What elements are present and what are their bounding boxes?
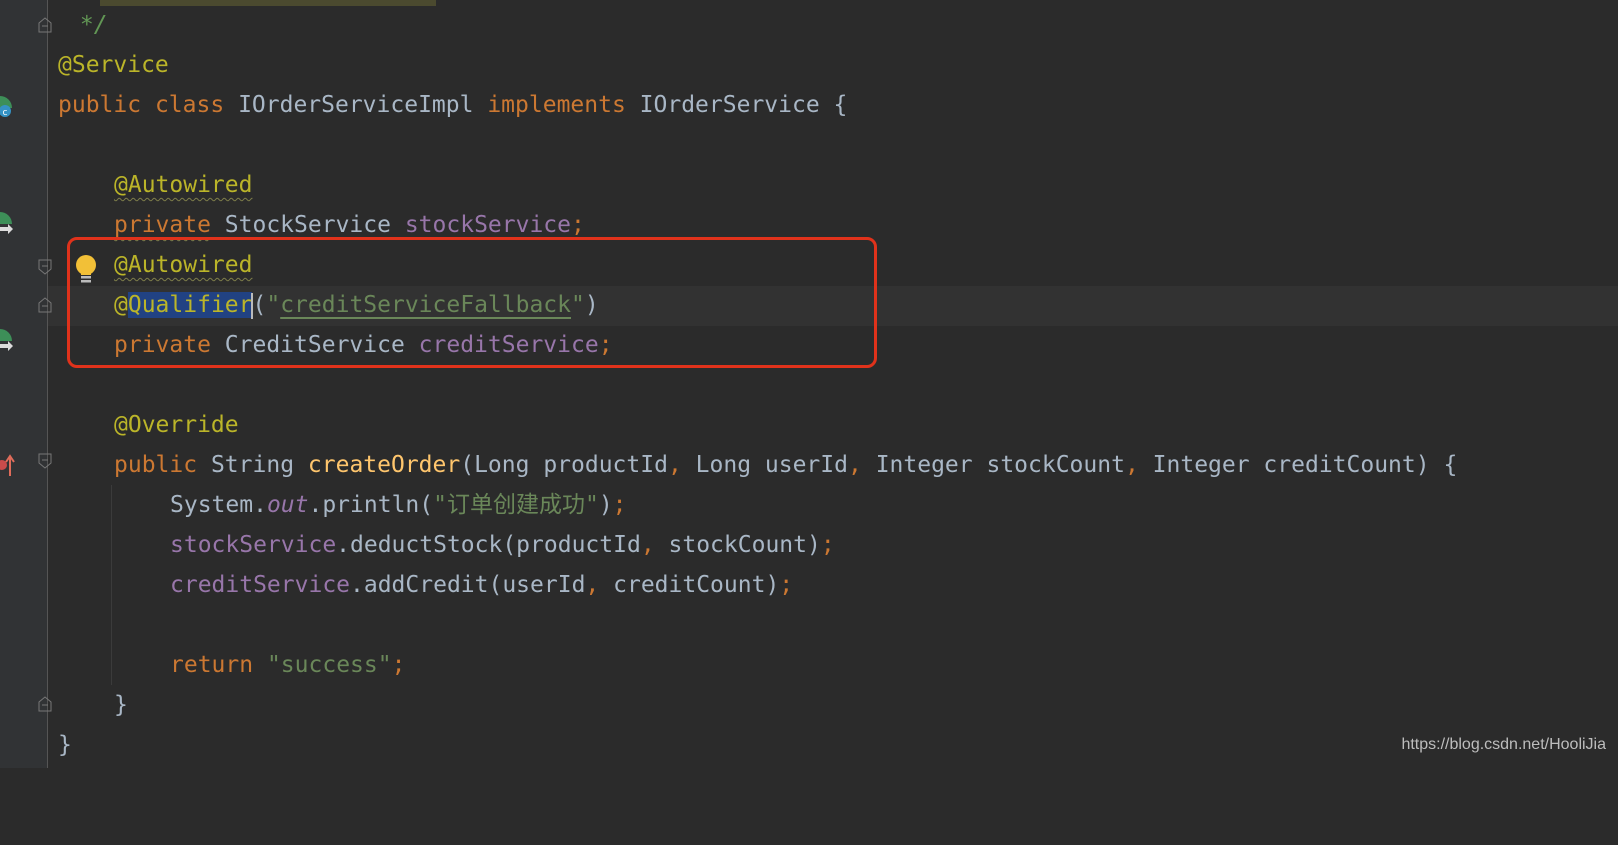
semicolon: ; [571, 212, 585, 238]
semicolon: ; [779, 572, 794, 598]
comma: , [640, 532, 655, 558]
field-ref: stockService [170, 532, 337, 558]
string-literal: "订单创建成功" [433, 492, 599, 518]
class-declaration-line: public class IOrderServiceImpl implement… [0, 85, 1618, 125]
system-class: System. [170, 492, 267, 518]
open-brace: { [833, 92, 848, 118]
param: Long userId [681, 452, 848, 478]
keyword-class: class [154, 92, 225, 118]
override-annotation: @Override [114, 412, 239, 438]
semicolon: ; [612, 492, 627, 518]
autowired-annotation: @Autowired [114, 172, 253, 198]
close-brace: } [114, 692, 128, 718]
field-ref: creditService [170, 572, 351, 598]
field-name: stockService [404, 212, 571, 238]
deduct-stock-call: stockService.deductStock(productId, stoc… [170, 525, 835, 565]
class-name: IOrderServiceImpl [238, 92, 474, 118]
comma: , [847, 452, 862, 478]
println-call: .println( [308, 492, 434, 518]
args: creditCount) [599, 572, 780, 598]
close-brace: } [58, 732, 72, 758]
watermark: https://blog.csdn.net/HooliJia [1401, 736, 1606, 753]
deduct-stock-line: stockService.deductStock(productId, stoc… [0, 525, 1618, 565]
static-field-out: out [266, 492, 309, 518]
code-line: @Autowired [0, 165, 1618, 205]
code-line: } [0, 685, 1618, 725]
add-credit-call: creditService.addCredit(userId, creditCo… [170, 565, 793, 605]
return-line: return "success"; [0, 645, 1618, 685]
return-statement: return "success"; [170, 645, 405, 685]
param: (Long productId [460, 452, 668, 478]
interface-name: IOrderService [639, 92, 820, 118]
comma: , [1124, 452, 1139, 478]
code-line: */ [0, 5, 1618, 45]
class-declaration: public class IOrderServiceImpl implement… [58, 85, 847, 125]
code-line: } [0, 725, 1618, 765]
close-paren: ) [598, 492, 613, 518]
comma: , [667, 452, 682, 478]
return-type: String [210, 452, 295, 478]
keyword-public: public [114, 452, 198, 478]
method-signature: public String createOrder(Long productId… [114, 445, 1457, 485]
code-editor[interactable]: */ @Service public class IOrderServiceIm… [0, 0, 1618, 768]
param: Integer creditCount) { [1138, 452, 1458, 478]
code-line: @Service [0, 45, 1618, 85]
highlight-annotation-box [67, 237, 877, 368]
println-statement: System.out.println("订单创建成功"); [170, 485, 627, 525]
keyword-private: private [114, 212, 211, 238]
method-name: createOrder [307, 452, 461, 478]
keyword-return: return [170, 652, 254, 678]
string-literal: "success" [266, 652, 392, 678]
method-signature-line: public String createOrder(Long productId… [0, 445, 1618, 485]
comma: , [585, 572, 600, 598]
param: Integer stockCount [861, 452, 1125, 478]
method-call: .addCredit(userId [350, 572, 586, 598]
semicolon: ; [820, 532, 835, 558]
keyword-implements: implements [487, 92, 626, 118]
keyword-public: public [58, 92, 142, 118]
args: stockCount) [654, 532, 821, 558]
comment-end: */ [66, 12, 108, 38]
method-call: .deductStock(productId [336, 532, 641, 558]
field-type: StockService [224, 212, 391, 238]
println-line: System.out.println("订单创建成功"); [0, 485, 1618, 525]
service-annotation: @Service [58, 52, 169, 78]
semicolon: ; [391, 652, 406, 678]
code-line: @Override [0, 405, 1618, 445]
add-credit-line: creditService.addCredit(userId, creditCo… [0, 565, 1618, 605]
